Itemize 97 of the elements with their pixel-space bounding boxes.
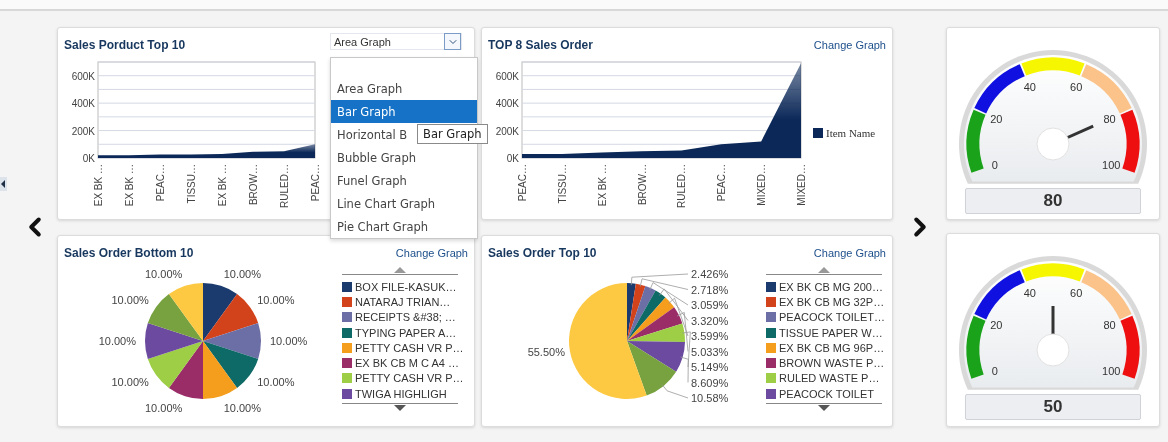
card-title: TOP 8 Sales Order — [488, 37, 593, 52]
menu-item[interactable]: Bar Graph — [331, 100, 477, 123]
menu-item[interactable]: Area Graph — [331, 77, 477, 100]
axis-label: 600K — [495, 70, 519, 82]
legend-label: NATARAJ TRIAN… — [355, 295, 451, 308]
gauge-tick-label: 60 — [1070, 80, 1083, 93]
axis-label: 600K — [71, 70, 95, 82]
data-label: 8.609% — [691, 376, 729, 389]
gauge-tick-label: 80 — [1103, 318, 1116, 331]
legend-label: BROWN WASTE P… — [779, 357, 885, 370]
menu-item[interactable]: Pie Chart Graph — [331, 215, 477, 238]
data-label: 5.149% — [691, 361, 729, 373]
card-title: Sales Porduct Top 10 — [64, 37, 186, 52]
axis-label: EX BK … — [93, 164, 104, 207]
legend-swatch — [813, 128, 823, 138]
data-label: 10.00% — [145, 268, 183, 281]
change-graph-link[interactable]: Change Graph — [395, 246, 468, 259]
menu-item[interactable]: Bubble Graph — [331, 146, 477, 169]
axis-label: EX BK … — [596, 164, 608, 207]
tooltip: Bar Graph — [417, 124, 488, 144]
legend-label: EX BK CB MG 32P… — [779, 295, 885, 308]
axis-label: EX BK … — [217, 164, 228, 207]
gauge-tick-label: 20 — [990, 318, 1003, 331]
legend-label: PEACOCK TOILET… — [779, 311, 885, 324]
scroll-up-icon[interactable] — [394, 267, 406, 273]
data-label: 10.00% — [270, 335, 308, 347]
gauge-tick-label: 60 — [1070, 286, 1083, 299]
graph-select[interactable]: Area Graph — [330, 33, 462, 50]
data-label: 10.00% — [98, 335, 136, 347]
axis-label: PEAC… — [155, 164, 166, 202]
card-title: Sales Order Top 10 — [488, 245, 597, 260]
data-label: 10.58% — [691, 392, 729, 404]
menu-item[interactable]: Line Chart Graph — [331, 192, 477, 215]
data-label: 3.320% — [691, 314, 729, 327]
axis-label: TISSU… — [186, 164, 197, 204]
chevron-down-icon — [444, 33, 461, 50]
axis-label: PEAC… — [310, 164, 321, 202]
legend-label: TWIGA HIGHLIGH — [355, 387, 447, 400]
axis-label: 0K — [506, 153, 519, 164]
gauge-tick-label: 100 — [1102, 159, 1121, 172]
data-label: 3.059% — [691, 299, 729, 311]
data-label: 10.00% — [223, 268, 261, 281]
legend-label: Item Name — [826, 127, 876, 139]
axis-label: 400K — [71, 98, 95, 110]
legend-label: TYPING PAPER A… — [355, 326, 457, 339]
gauge-hub — [1036, 333, 1070, 367]
gauge-value: 80 — [965, 188, 1141, 214]
data-label: 55.50% — [527, 346, 565, 359]
gauge-tick-label: 40 — [1023, 286, 1036, 299]
scroll-up-icon[interactable] — [818, 267, 830, 273]
axis-label: 400K — [495, 98, 519, 110]
axis-label: BROW… — [636, 164, 648, 206]
axis-label: MIXED… — [756, 164, 768, 206]
axis-label: PEAC… — [716, 164, 728, 202]
change-graph-link[interactable]: Change Graph — [813, 246, 886, 259]
change-graph-link[interactable]: Change Graph — [813, 38, 886, 51]
card-title: Sales Order Bottom 10 — [64, 245, 194, 260]
axis-label: MIXED… — [796, 164, 807, 206]
legend-label: RULED WASTE P… — [779, 372, 880, 385]
legend-label: PEACOCK TOILET — [779, 387, 874, 400]
axis-label: RULED… — [279, 164, 290, 208]
gauge-value: 50 — [965, 394, 1141, 420]
gauge-tick-label: 80 — [1103, 112, 1116, 125]
axis-label: 200K — [71, 125, 95, 137]
legend-label: PETTY CASH VR P… — [355, 372, 464, 385]
data-label: 2.426% — [691, 268, 729, 280]
legend-label: PETTY CASH VR P… — [355, 341, 464, 354]
data-label: 5.033% — [691, 345, 729, 358]
data-label: 3.599% — [691, 330, 729, 342]
legend-label: TISSUE PAPER W… — [779, 326, 883, 339]
gauge-tick-label: 0 — [991, 159, 998, 172]
legend-label: EX BK CB M C A4 … — [355, 357, 459, 370]
data-label: 10.00% — [111, 376, 149, 389]
data-label: 10.00% — [111, 293, 149, 306]
legend-label: EX BK CB MG 96P… — [779, 341, 885, 354]
gauge-tick-label: 100 — [1102, 365, 1121, 378]
axis-label: PEAC… — [517, 164, 528, 202]
gauge-tick-label: 40 — [1023, 80, 1036, 93]
legend-label: EX BK CB MG 200… — [779, 280, 883, 293]
legend-label: RECEIPTS &#38; … — [355, 311, 456, 324]
axis-label: 0K — [82, 153, 95, 164]
axis-label: BROW… — [248, 164, 259, 206]
data-label: 2.718% — [691, 283, 729, 296]
menu-item[interactable]: Funel Graph — [331, 169, 477, 192]
axis-label: EX BK … — [124, 164, 135, 207]
data-label: 10.00% — [257, 293, 295, 306]
collapse-handle-icon[interactable] — [0, 177, 7, 191]
data-label: 10.00% — [223, 401, 261, 414]
legend-label: BOX FILE-KASUK… — [355, 280, 457, 293]
gauge-tick-label: 20 — [990, 112, 1003, 125]
data-label: 10.00% — [145, 401, 183, 414]
data-label: 10.00% — [257, 376, 295, 389]
gauge-hub — [1036, 127, 1070, 161]
gauge-tick-label: 0 — [991, 365, 998, 378]
axis-label: RULED… — [676, 164, 688, 208]
axis-label: TISSU… — [556, 164, 568, 204]
axis-label: 200K — [495, 125, 519, 137]
